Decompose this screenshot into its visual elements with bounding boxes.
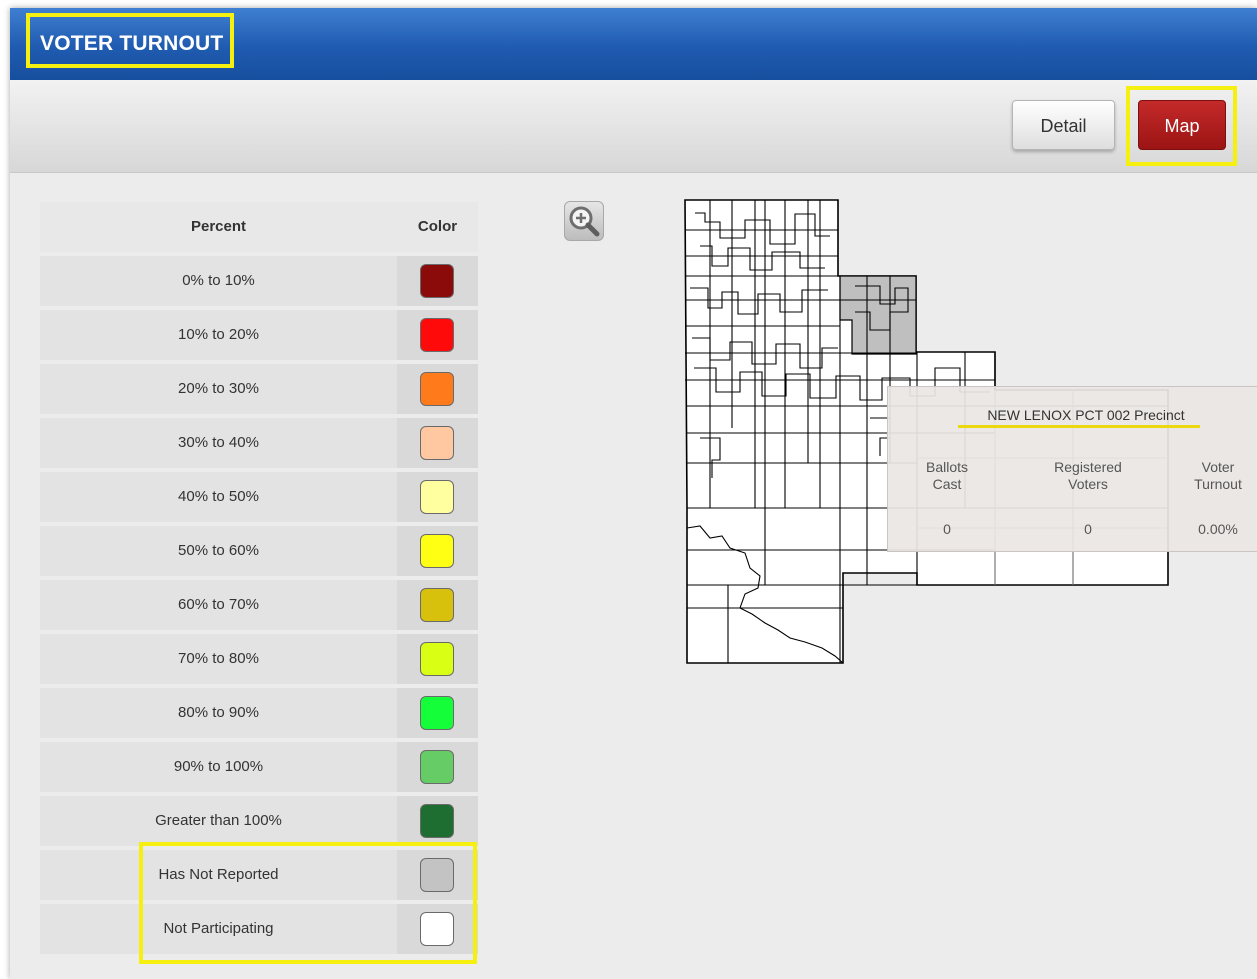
popup-value-turnout: 0.00% [1198, 521, 1238, 537]
popup-header-turnout-line2: Turnout [1194, 476, 1242, 492]
popup-header-turnout: Voter Turnout [1178, 459, 1257, 493]
app-window: VOTER TURNOUT Detail Map Percent Color 0… [10, 8, 1257, 979]
popup-header-registered: Registered Voters [1028, 459, 1148, 493]
popup-value-registered: 0 [1084, 521, 1092, 537]
popup-header-ballots: Ballots Cast [902, 459, 992, 493]
popup-header-registered-line1: Registered [1054, 459, 1122, 475]
popup-header-ballots-line2: Cast [932, 476, 962, 492]
popup-precinct-name: NEW LENOX PCT 002 Precinct [987, 407, 1185, 423]
popup-value-ballots: 0 [943, 521, 951, 537]
precinct-info-popup: NEW LENOX PCT 002 Precinct Ballots Cast … [887, 386, 1257, 552]
popup-header-ballots-line1: Ballots [925, 459, 969, 475]
popup-header-registered-line2: Voters [1068, 476, 1108, 492]
popup-title-underline [958, 425, 1200, 428]
popup-header-turnout-line1: Voter [1201, 459, 1235, 475]
